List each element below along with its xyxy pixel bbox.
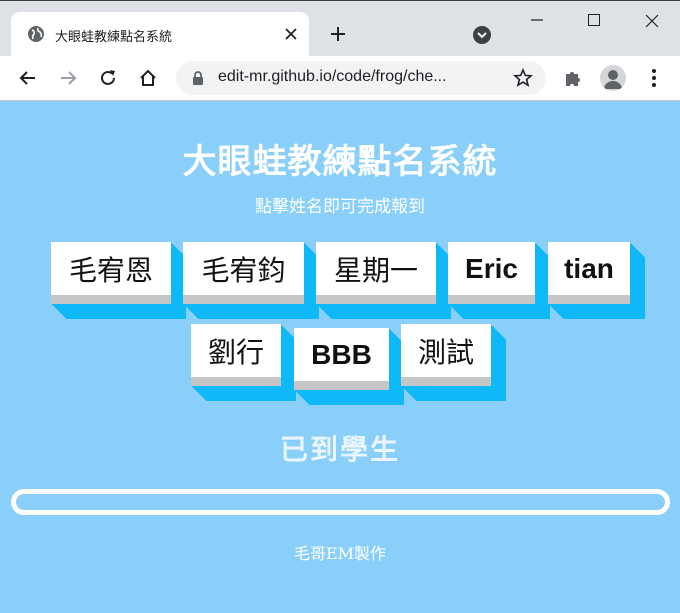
maximize-icon[interactable] [588, 14, 600, 26]
student-button[interactable]: 毛宥恩 [51, 242, 171, 304]
window-close-icon[interactable] [644, 13, 660, 29]
tab-title: 大眼蛙教練點名系統 [55, 30, 173, 45]
student-button[interactable]: Eric [448, 242, 535, 304]
globe-icon [28, 26, 44, 42]
student-button[interactable]: 毛宥鈞 [183, 242, 304, 304]
person-icon [604, 70, 622, 89]
page-subtitle: 點擊姓名即可完成報到 [255, 197, 425, 217]
tab-close-icon[interactable] [283, 26, 299, 42]
forward-icon[interactable] [58, 68, 78, 88]
student-button[interactable]: 星期一 [316, 242, 436, 304]
student-button[interactable]: 測試 [401, 324, 491, 386]
browser-tab[interactable]: 大眼蛙教練點名系統 [11, 12, 309, 57]
home-icon[interactable] [138, 68, 158, 88]
browser-tab-strip: 大眼蛙教練點名系統 [0, 0, 680, 57]
address-bar[interactable]: edit-mr.github.io/code/frog/che... [176, 61, 546, 95]
minimize-icon[interactable] [530, 13, 544, 27]
url-text[interactable]: edit-mr.github.io/code/frog/che... [218, 68, 447, 86]
profile-avatar[interactable] [600, 65, 626, 91]
page-title: 大眼蛙教練點名系統 [182, 142, 498, 182]
lock-icon[interactable] [192, 71, 204, 85]
arrived-students-list [11, 489, 670, 515]
student-button[interactable]: BBB [294, 328, 389, 390]
student-button[interactable]: 劉行 [191, 324, 281, 386]
extensions-puzzle-icon[interactable] [563, 68, 583, 88]
back-icon[interactable] [18, 68, 38, 88]
footer-credit: 毛哥EM製作 [293, 544, 387, 563]
arrived-students-heading: 已到學生 [279, 433, 400, 466]
tab-search-icon[interactable] [472, 25, 492, 45]
reload-icon[interactable] [98, 68, 118, 88]
browser-toolbar: edit-mr.github.io/code/frog/che... [0, 56, 680, 101]
student-button[interactable]: tian [548, 242, 630, 304]
new-tab-icon[interactable] [329, 25, 347, 43]
more-menu-icon[interactable] [651, 68, 657, 88]
bookmark-star-icon[interactable] [513, 68, 533, 88]
